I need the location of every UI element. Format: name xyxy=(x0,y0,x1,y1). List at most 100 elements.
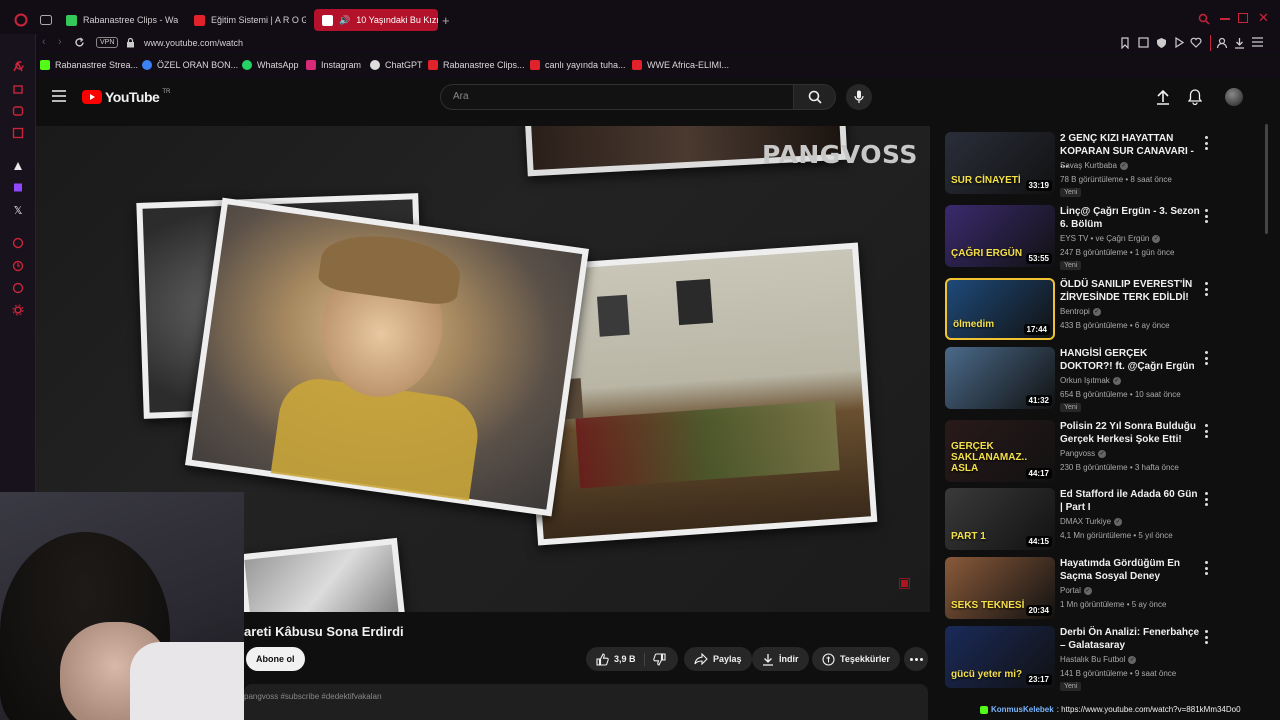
recommendation-channel[interactable]: EYS TV • ve Çağrı Ergün ✓ xyxy=(1060,234,1161,243)
subscribe-button[interactable]: Abone ol xyxy=(246,647,305,671)
recommendation-channel[interactable]: Savaş Kurtbaba ✓ xyxy=(1060,161,1128,170)
video-thumbnail[interactable]: SEKS TEKNESİ 20:34 xyxy=(945,557,1055,619)
upload-button[interactable] xyxy=(1156,89,1170,105)
more-options-icon[interactable] xyxy=(1203,136,1209,150)
video-thumbnail[interactable]: PART 1 44:15 xyxy=(945,488,1055,550)
recommendation-card[interactable]: GERÇEK SAKLANAMAZ.. ASLA 44:17 Polisin 22 … xyxy=(945,420,1225,484)
close-window-icon[interactable]: ✕ xyxy=(1258,10,1269,26)
recommendation-card[interactable]: SEKS TEKNESİ 20:34 Hayatımda Gördüğüm En S… xyxy=(945,557,1225,621)
bookmark-item[interactable]: ChatGPT xyxy=(370,60,423,70)
guide-menu-icon[interactable] xyxy=(52,90,66,102)
pip-icon[interactable] xyxy=(1138,37,1149,48)
more-options-icon[interactable] xyxy=(1203,209,1209,223)
recommendation-card[interactable]: ölmedim 17:44 ÖLDÜ SANILIP EVEREST'İN ZİRV… xyxy=(945,278,1225,342)
recommendation-channel[interactable]: Orkun Işıtmak ✓ xyxy=(1060,376,1121,385)
recommendation-title[interactable]: Hayatımda Gördüğüm En Saçma Sosyal Deney xyxy=(1060,557,1200,583)
player-icon[interactable] xyxy=(11,236,25,250)
shopping-icon[interactable] xyxy=(11,82,25,96)
snapshot-icon[interactable] xyxy=(1120,37,1130,49)
video-thumbnail[interactable]: 41:32 xyxy=(945,347,1055,409)
opera-menu-icon[interactable] xyxy=(14,13,28,27)
twitch-icon[interactable] xyxy=(11,181,25,195)
vpn-badge[interactable]: VPN xyxy=(96,37,119,48)
adblock-shield-icon[interactable] xyxy=(1156,37,1167,49)
recommendation-title[interactable]: Ed Stafford ile Adada 60 Gün | Part I xyxy=(1060,488,1200,514)
youtube-logo[interactable]: YouTube TR xyxy=(82,89,170,105)
recommendation-title[interactable]: Linç@ Çağrı Ergün - 3. Sezon 6. Bölüm xyxy=(1060,205,1200,231)
video-thumbnail[interactable]: ÇAĞRI ERGÜN 53:55 xyxy=(945,205,1055,267)
more-options-icon[interactable] xyxy=(1203,424,1209,438)
sidebar-scrollbar[interactable] xyxy=(1265,124,1268,234)
back-icon[interactable]: ‹ xyxy=(42,36,46,48)
history-panel-icon[interactable] xyxy=(11,126,25,140)
recommendation-title[interactable]: ÖLDÜ SANILIP EVEREST'İN ZİRVESİNDE TERK … xyxy=(1060,278,1200,304)
download-icon[interactable] xyxy=(1234,37,1245,49)
workspaces-icon[interactable] xyxy=(40,15,52,25)
more-options-icon[interactable] xyxy=(1203,351,1209,365)
more-options-icon[interactable] xyxy=(1203,630,1209,644)
video-thumbnail[interactable]: GERÇEK SAKLANAMAZ.. ASLA 44:17 xyxy=(945,420,1055,482)
bookmark-item[interactable]: ÖZEL ORAN BON... xyxy=(142,60,238,70)
bookmark-item[interactable]: Rabanastree Strea... xyxy=(40,60,138,70)
tab-rabanastree-clips[interactable]: Rabanastree Clips - Watc xyxy=(58,9,178,31)
more-actions-button[interactable] xyxy=(904,647,928,671)
bookmark-item[interactable]: Instagram xyxy=(306,60,361,70)
share-button[interactable]: Paylaş xyxy=(684,647,752,671)
recommendation-meta: 4,1 Mn görüntüleme • 5 yıl önce xyxy=(1060,531,1173,540)
tab-active-video[interactable]: 🔊 10 Yaşındaki Bu Kızın xyxy=(314,9,438,31)
recommendation-channel[interactable]: Portal ✓ xyxy=(1060,586,1092,595)
search-button[interactable] xyxy=(794,84,836,110)
like-button[interactable]: 3,9 B xyxy=(596,652,645,666)
new-tab-plus-icon[interactable]: + xyxy=(442,13,450,28)
recommendation-card[interactable]: 41:32 HANGİSİ GERÇEK DOKTOR?! ft. @Çağrı … xyxy=(945,347,1225,412)
recommendation-channel[interactable]: Pangvoss ✓ xyxy=(1060,449,1107,458)
voice-search-button[interactable] xyxy=(846,84,872,110)
search-tabs-icon[interactable] xyxy=(1198,13,1210,25)
search-input[interactable]: Ara xyxy=(440,84,794,110)
video-thumbnail[interactable]: SUR CİNAYETİ 33:19 xyxy=(945,132,1055,194)
video-thumbnail[interactable]: gücü yeter mi? 23:17 xyxy=(945,626,1055,688)
more-options-icon[interactable] xyxy=(1203,282,1209,296)
bookmark-item[interactable]: WhatsApp xyxy=(242,60,299,70)
minimize-icon[interactable] xyxy=(1220,18,1230,20)
bookmark-item[interactable]: Rabanastree Clips... xyxy=(428,60,525,70)
url-field[interactable]: www.youtube.com/watch xyxy=(144,38,243,48)
recommendation-card[interactable]: PART 1 44:15 Ed Stafford ile Adada 60 Gün … xyxy=(945,488,1225,552)
download-button[interactable]: İndir xyxy=(752,647,809,671)
messenger-icon[interactable] xyxy=(11,104,25,118)
settings-gear-icon[interactable] xyxy=(11,303,25,317)
tab-egitim-sistemi[interactable]: Eğitim Sistemi | A R O G xyxy=(186,9,306,31)
reload-icon[interactable] xyxy=(74,37,85,48)
more-options-icon[interactable] xyxy=(1203,492,1209,506)
recommendation-channel[interactable]: Bentropi ✓ xyxy=(1060,307,1101,316)
bookmark-item[interactable]: WWE Africa-ELIMI... xyxy=(632,60,729,70)
recommendation-card[interactable]: ÇAĞRI ERGÜN 53:55 Linç@ Çağrı Ergün - 3. S… xyxy=(945,205,1225,270)
easy-setup-menu-icon[interactable] xyxy=(1252,37,1263,47)
thanks-button[interactable]: Teşekkürler xyxy=(812,647,900,671)
more-options-icon[interactable] xyxy=(1203,561,1209,575)
play-icon[interactable] xyxy=(1174,37,1184,48)
recommendation-channel[interactable]: DMAX Turkiye ✓ xyxy=(1060,517,1123,526)
recommendation-title[interactable]: HANGİSİ GERÇEK DOKTOR?! ft. @Çağrı Ergün xyxy=(1060,347,1200,373)
wallet-icon[interactable] xyxy=(1216,37,1228,49)
notifications-button[interactable] xyxy=(1188,89,1202,105)
heart-icon[interactable] xyxy=(1190,37,1202,48)
video-thumbnail[interactable]: ölmedim 17:44 xyxy=(945,278,1055,340)
chat-icon[interactable] xyxy=(11,281,25,295)
forward-icon[interactable]: › xyxy=(58,36,62,48)
x-twitter-icon[interactable]: 𝕏 xyxy=(11,203,25,217)
recommendation-card[interactable]: gücü yeter mi? 23:17 Derbi Ön Analizi: Fen… xyxy=(945,626,1225,691)
avatar[interactable] xyxy=(1225,88,1243,106)
clock-icon[interactable] xyxy=(11,259,25,273)
maximize-icon[interactable] xyxy=(1238,13,1248,23)
description-box[interactable]: pangvoss #subscribe #dedektifvakaları xyxy=(244,684,928,720)
recommendation-channel[interactable]: Hastalık Bu Futbol ✓ xyxy=(1060,655,1137,664)
recommendation-title[interactable]: Derbi Ön Analizi: Fenerbahçe – Galatasar… xyxy=(1060,626,1200,652)
kick-app-icon[interactable] xyxy=(11,159,25,173)
refresh-feed-icon[interactable] xyxy=(14,60,25,71)
bookmark-label: Rabanastree Strea... xyxy=(55,60,139,70)
dislike-button[interactable] xyxy=(645,652,666,666)
recommendation-title[interactable]: Polisin 22 Yıl Sonra Bulduğu Gerçek Herk… xyxy=(1060,420,1200,446)
recommendation-card[interactable]: SUR CİNAYETİ 33:19 2 GENÇ KIZI HAYATTAN KO… xyxy=(945,132,1225,197)
bookmark-item[interactable]: canlı yayında tuha... xyxy=(530,60,626,70)
